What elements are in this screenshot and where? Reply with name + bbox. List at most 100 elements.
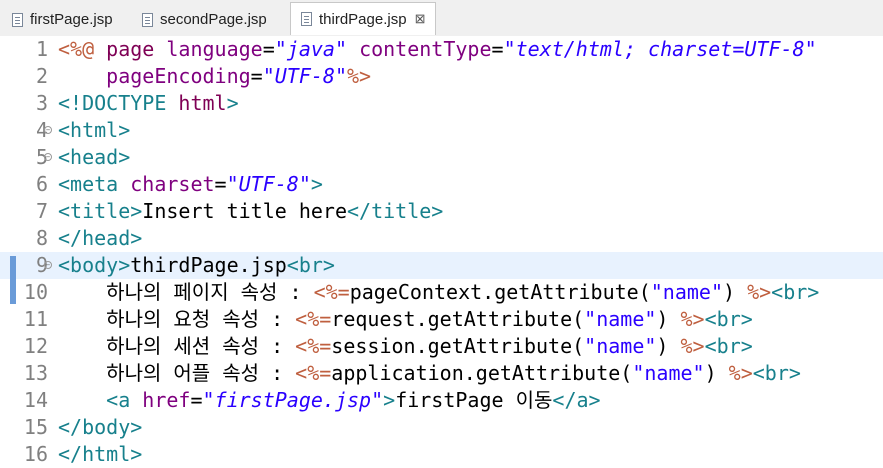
code-token: = bbox=[214, 172, 227, 196]
code-text: <title>Insert title here</title> bbox=[58, 198, 443, 225]
code-token: > bbox=[310, 172, 323, 196]
code-line[interactable]: 14 <a href="firstPage.jsp">firstPage 이동<… bbox=[0, 387, 883, 414]
code-token: "java" bbox=[274, 37, 348, 61]
tab-secondpage[interactable]: secondPage.jsp bbox=[132, 4, 277, 35]
code-token: application.getAttribute( bbox=[331, 361, 633, 385]
code-line[interactable]: 2 pageEncoding="UTF-8"%> bbox=[0, 63, 883, 90]
code-token: > bbox=[383, 388, 396, 412]
code-text: <body>thirdPage.jsp<br> bbox=[58, 252, 335, 279]
line-number: 15 bbox=[23, 415, 48, 439]
code-token: %> bbox=[728, 361, 753, 385]
line-number: 2 bbox=[35, 64, 48, 88]
tab-thirdpage[interactable]: thirdPage.jsp ⊠ bbox=[290, 2, 437, 35]
line-number: 1 bbox=[35, 37, 48, 61]
code-token: %> bbox=[347, 64, 372, 88]
code-token: <a bbox=[106, 388, 143, 412]
code-line[interactable]: 4− <html> bbox=[0, 117, 883, 144]
code-text: 하나의 어플 속성 : <%=application.getAttribute(… bbox=[58, 360, 801, 387]
code-line[interactable]: 9− <body>thirdPage.jsp<br> bbox=[0, 252, 883, 279]
code-token: <br> bbox=[752, 361, 801, 385]
code-token: "UTF-8" bbox=[262, 64, 348, 88]
code-token: > bbox=[226, 91, 239, 115]
tab-label: thirdPage.jsp bbox=[319, 10, 407, 28]
code-token: 하나의 어플 속성 : bbox=[58, 361, 296, 385]
code-token: language bbox=[166, 37, 263, 61]
file-icon bbox=[142, 12, 153, 27]
code-token: charset bbox=[130, 172, 215, 196]
code-token: ) bbox=[656, 307, 681, 331]
tab-firstpage[interactable]: firstPage.jsp bbox=[2, 4, 123, 35]
tab-label: firstPage.jsp bbox=[30, 11, 113, 28]
code-token: "name" bbox=[584, 334, 657, 358]
code-token: firstPage 이동 bbox=[395, 388, 553, 412]
fold-toggle-icon[interactable]: − bbox=[44, 126, 52, 134]
code-token: = bbox=[491, 37, 504, 61]
code-text: <meta charset="UTF-8"> bbox=[58, 171, 323, 198]
code-token: thirdPage.jsp bbox=[130, 253, 287, 277]
code-token: html bbox=[178, 91, 227, 115]
code-text: pageEncoding="UTF-8"%> bbox=[58, 63, 371, 90]
code-token: "name" bbox=[632, 361, 705, 385]
editor-tab-bar: firstPage.jsp secondPage.jsp thirdPage.j… bbox=[0, 0, 883, 37]
code-text: </head> bbox=[58, 225, 142, 252]
fold-toggle-icon[interactable]: − bbox=[44, 153, 52, 161]
code-text: 하나의 세션 속성 : <%=session.getAttribute("nam… bbox=[58, 333, 753, 360]
line-number: 10 bbox=[23, 280, 48, 304]
code-token: request.getAttribute( bbox=[331, 307, 585, 331]
code-token: </a> bbox=[552, 388, 601, 412]
code-line[interactable]: 15 </body> bbox=[0, 414, 883, 441]
line-number: 13 bbox=[23, 361, 48, 385]
code-token: <html> bbox=[58, 118, 131, 142]
code-line[interactable]: 3 <!DOCTYPE html> bbox=[0, 90, 883, 117]
code-text: </body> bbox=[58, 414, 142, 441]
code-token: </body> bbox=[58, 415, 143, 439]
code-token: 하나의 페이지 속성 : bbox=[58, 280, 314, 304]
code-line[interactable]: 13 하나의 어플 속성 : <%=application.getAttribu… bbox=[0, 360, 883, 387]
code-line[interactable]: 5− <head> bbox=[0, 144, 883, 171]
code-token: page bbox=[106, 37, 167, 61]
line-number: 11 bbox=[23, 307, 48, 331]
code-token: <br> bbox=[704, 334, 753, 358]
code-token: Insert title here bbox=[142, 199, 347, 223]
file-icon bbox=[301, 12, 312, 26]
code-token: = bbox=[262, 37, 275, 61]
code-token: <%= bbox=[295, 334, 332, 358]
code-token: "text/html; charset=UTF-8" bbox=[503, 37, 817, 61]
code-token: "firstPage.jsp" bbox=[202, 388, 384, 412]
code-token: ) bbox=[704, 361, 729, 385]
line-number: 12 bbox=[23, 334, 48, 358]
change-marker bbox=[10, 256, 16, 304]
line-number: 14 bbox=[23, 388, 48, 412]
code-token: session.getAttribute( bbox=[331, 334, 585, 358]
code-line[interactable]: 8 </head> bbox=[0, 225, 883, 252]
code-line[interactable]: 16 </html> bbox=[0, 441, 883, 468]
code-text: <head> bbox=[58, 144, 130, 171]
code-line[interactable]: 6 <meta charset="UTF-8"> bbox=[0, 171, 883, 198]
code-editor[interactable]: 1 <%@ page language="java" contentType="t… bbox=[0, 36, 883, 466]
code-token: "UTF-8" bbox=[226, 172, 311, 196]
fold-toggle-icon[interactable]: − bbox=[44, 261, 52, 269]
code-line[interactable]: 1 <%@ page language="java" contentType="t… bbox=[0, 36, 883, 63]
code-token: 하나의 요청 속성 : bbox=[58, 307, 296, 331]
code-token: <br> bbox=[704, 307, 753, 331]
code-token: <%= bbox=[313, 280, 350, 304]
code-text: <a href="firstPage.jsp">firstPage 이동</a> bbox=[58, 387, 601, 414]
code-text: <!DOCTYPE html> bbox=[58, 90, 239, 117]
code-line[interactable]: 11 하나의 요청 속성 : <%=request.getAttribute("… bbox=[0, 306, 883, 333]
code-text: <%@ page language="java" contentType="te… bbox=[58, 36, 817, 63]
code-line[interactable]: 12 하나의 세션 속성 : <%=session.getAttribute("… bbox=[0, 333, 883, 360]
code-line[interactable]: 7 <title>Insert title here</title> bbox=[0, 198, 883, 225]
close-tab-icon[interactable]: ⊠ bbox=[415, 11, 426, 27]
file-icon bbox=[12, 12, 23, 27]
code-token: %> bbox=[747, 280, 772, 304]
code-token: %> bbox=[680, 307, 705, 331]
code-token: pageContext.getAttribute( bbox=[349, 280, 651, 304]
code-text: 하나의 요청 속성 : <%=request.getAttribute("nam… bbox=[58, 306, 753, 333]
line-number: 6 bbox=[35, 172, 48, 196]
code-line[interactable]: 10 하나의 페이지 속성 : <%=pageContext.getAttrib… bbox=[0, 279, 883, 306]
code-token: <br> bbox=[286, 253, 335, 277]
code-token: <head> bbox=[58, 145, 131, 169]
